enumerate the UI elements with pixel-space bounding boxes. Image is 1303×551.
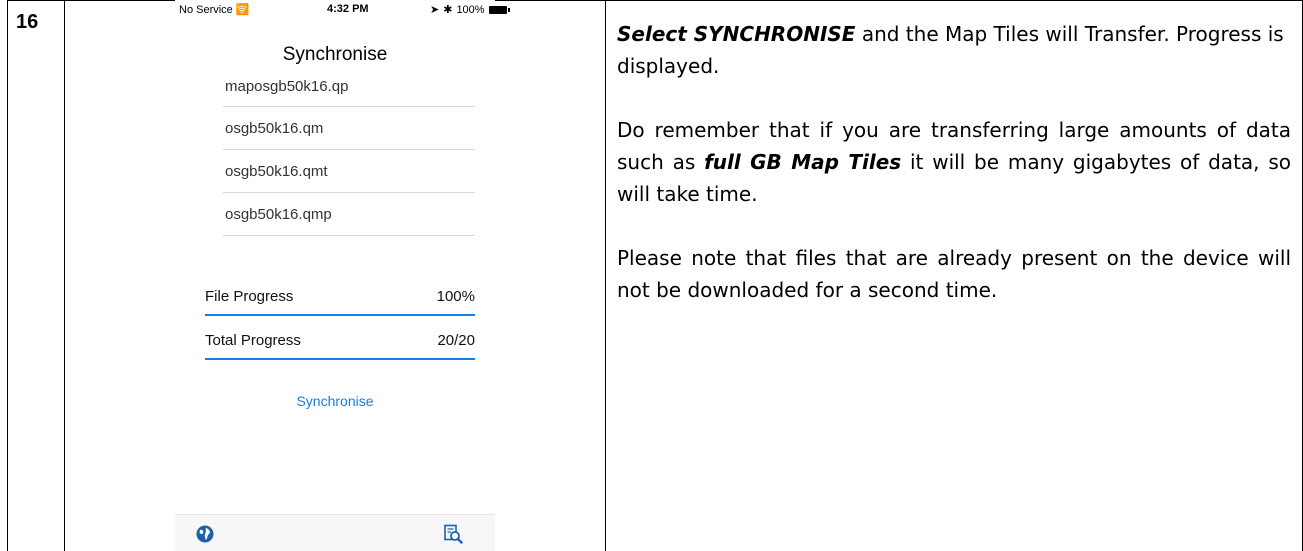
instruction-emphasis: full GB Map Tiles (704, 150, 902, 174)
total-progress-row: Total Progress 20/20 (205, 332, 475, 360)
globe-icon[interactable] (196, 525, 214, 543)
instruction-emphasis: Select SYNCHRONISE (617, 22, 856, 46)
file-progress-fill (205, 314, 475, 316)
instruction-paragraph-1: Select SYNCHRONISE and the Map Tiles wil… (617, 18, 1291, 82)
carrier-label: No Service (179, 4, 233, 16)
page-title: Synchronise (282, 44, 388, 65)
synchronise-button[interactable]: Synchronise (175, 393, 495, 409)
instruction-paragraph-3: Please note that files that are already … (617, 246, 1291, 302)
total-progress-label: Total Progress (205, 332, 301, 349)
step-number: 16 (16, 11, 39, 33)
list-item[interactable]: osgb50k16.qmp (223, 193, 475, 236)
battery-icon (488, 5, 510, 14)
document-search-icon[interactable] (443, 524, 463, 544)
list-item[interactable]: osgb50k16.qm (223, 107, 475, 150)
file-progress-row: File Progress 100% (205, 288, 475, 316)
list-item[interactable]: osgb50k16.qmt (223, 150, 475, 193)
carrier-status: No Service 🛜 (179, 3, 250, 16)
list-item[interactable]: maposgb50k16.qp (223, 67, 475, 107)
phone-screenshot: No Service 🛜 4:32 PM ➤ ✱ 100% Synchronis… (175, 0, 510, 551)
status-bar: No Service 🛜 4:32 PM ➤ ✱ 100% (175, 0, 510, 20)
location-icon: ➤ (430, 4, 440, 16)
file-progress-bar (205, 314, 475, 316)
battery-percent: 100% (456, 3, 485, 16)
file-list: maposgb50k16.qp osgb50k16.qm osgb50k16.q… (223, 67, 475, 236)
file-progress-label: File Progress (205, 288, 294, 305)
total-progress-bar (205, 358, 475, 360)
wifi-icon: 🛜 (235, 4, 250, 16)
status-time: 4:32 PM (327, 3, 369, 15)
table-border-col1 (64, 0, 65, 551)
instruction-paragraph-2: Do remember that if you are transferring… (617, 114, 1291, 210)
tab-bar (175, 514, 495, 551)
table-border-col2 (605, 0, 606, 551)
bluetooth-icon: ✱ (443, 4, 453, 16)
total-progress-value: 20/20 (437, 332, 475, 349)
instructions: Select SYNCHRONISE and the Map Tiles wil… (617, 18, 1291, 338)
total-progress-fill (205, 358, 475, 360)
status-right: ➤ ✱ 100% (430, 3, 510, 16)
table-border-left (7, 0, 8, 551)
file-progress-value: 100% (436, 288, 475, 305)
